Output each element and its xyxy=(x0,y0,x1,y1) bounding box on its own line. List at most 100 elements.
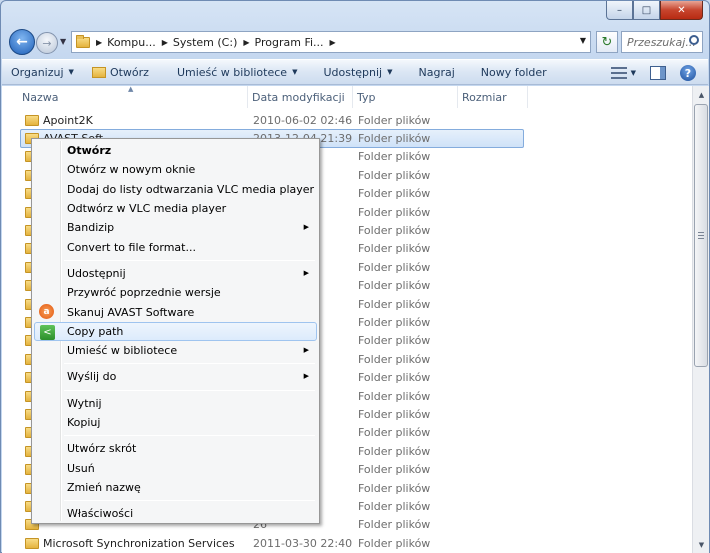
folder-icon xyxy=(76,34,90,48)
include-in-library-button[interactable]: Umieść w bibliotece ▼ xyxy=(168,59,307,85)
file-type: Folder plików xyxy=(358,205,431,219)
breadcrumb-item[interactable]: ▶ Kompu... xyxy=(96,36,156,49)
history-dropdown-icon[interactable]: ▼ xyxy=(60,37,66,46)
submenu-arrow-icon: ▶ xyxy=(303,345,309,354)
submenu-arrow-icon: ▶ xyxy=(303,268,309,277)
menu-item-rename[interactable]: Zmień nazwę xyxy=(34,478,317,497)
view-options-icon[interactable] xyxy=(610,67,627,79)
file-type: Folder plików xyxy=(358,426,431,440)
file-type: Folder plików xyxy=(358,481,431,495)
address-row: ← → ▼ ▶ Kompu... ▶ System (C:) ▶ Program Fi… xyxy=(9,29,703,55)
menu-item-include-library[interactable]: Umieść w bibliotece ▶ xyxy=(34,341,317,360)
grip-icon xyxy=(698,232,704,239)
scroll-up-icon[interactable]: ▲ xyxy=(693,86,710,103)
menu-item-restore-versions[interactable]: Przywróć poprzednie wersje xyxy=(34,283,317,302)
column-header-type[interactable]: Typ xyxy=(353,86,458,108)
new-folder-button[interactable]: Nowy folder xyxy=(472,59,556,85)
file-name: Microsoft Synchronization Services xyxy=(43,536,235,550)
share-icon: < xyxy=(40,324,55,340)
file-type: Folder plików xyxy=(358,242,431,256)
file-type: Folder plików xyxy=(358,168,431,182)
menu-item-vlc-add[interactable]: Dodaj do listy odtwarzania VLC media pla… xyxy=(34,180,317,199)
minimize-button[interactable]: – xyxy=(606,1,633,20)
menu-item-cut[interactable]: Wytnij xyxy=(34,394,317,413)
file-type: Folder plików xyxy=(358,132,431,146)
vertical-scrollbar[interactable]: ▲ ▼ xyxy=(692,86,709,553)
address-bar[interactable]: ▶ Kompu... ▶ System (C:) ▶ Program Fi... ▶ … xyxy=(71,31,591,53)
submenu-arrow-icon: ▶ xyxy=(303,372,309,381)
file-date: 2010-06-02 02:46 xyxy=(253,113,353,127)
help-icon[interactable]: ? xyxy=(680,65,696,81)
menu-item-properties[interactable]: Właściwości xyxy=(34,504,317,523)
file-type: Folder plików xyxy=(358,444,431,458)
search-input[interactable]: Przeszukaj... xyxy=(621,31,703,53)
burn-button[interactable]: Nagraj xyxy=(410,59,464,85)
menu-item-open[interactable]: Otwórz xyxy=(34,141,317,160)
chevron-down-icon: ▼ xyxy=(292,68,298,76)
file-type: Folder plików xyxy=(358,536,431,550)
scroll-down-icon[interactable]: ▼ xyxy=(693,536,710,553)
file-date: 2011-03-30 22:40 xyxy=(253,536,353,550)
menu-item-vlc-play[interactable]: Odtwórz w VLC media player xyxy=(34,199,317,218)
close-button[interactable]: ✕ xyxy=(660,1,703,20)
file-type: Folder plików xyxy=(358,279,431,293)
address-dropdown-icon[interactable]: ▼ xyxy=(580,36,586,45)
menu-item-open-new-window[interactable]: Otwórz w nowym oknie xyxy=(34,160,317,179)
menu-separator xyxy=(64,500,315,502)
column-header-size[interactable]: Rozmiar xyxy=(458,86,528,108)
scrollbar-thumb[interactable] xyxy=(694,104,708,367)
refresh-button[interactable]: ↻ xyxy=(596,31,618,53)
window-controls: – □ ✕ xyxy=(606,1,703,20)
forward-button[interactable]: → xyxy=(36,32,58,54)
menu-item-copy-path[interactable]: < Copy path xyxy=(34,321,317,341)
file-type: Folder plików xyxy=(358,224,431,238)
menu-item-delete[interactable]: Usuń xyxy=(34,458,317,477)
menu-item-copy[interactable]: Kopiuj xyxy=(34,413,317,432)
folder-icon xyxy=(25,537,39,549)
share-button[interactable]: Udostępnij ▼ xyxy=(314,59,401,85)
command-bar: Organizuj ▼ Otwórz Umieść w bibliotece ▼ U… xyxy=(2,59,708,85)
chevron-right-icon: ▶ xyxy=(243,37,250,47)
chevron-right-icon: ▶ xyxy=(161,37,168,47)
file-type: Folder plików xyxy=(358,260,431,274)
breadcrumb-item[interactable]: ▶ xyxy=(330,38,341,47)
open-button[interactable]: Otwórz xyxy=(83,59,158,85)
chevron-down-icon[interactable]: ▼ xyxy=(631,69,636,77)
column-headers: Nazwa ▲ Data modyfikacji Typ Rozmiar xyxy=(2,86,692,108)
file-type: Folder plików xyxy=(358,113,431,127)
avast-icon: a xyxy=(39,304,54,320)
menu-item-share[interactable]: Udostępnij ▶ xyxy=(34,264,317,283)
maximize-button[interactable]: □ xyxy=(633,1,660,20)
arrow-right-icon: → xyxy=(42,36,52,50)
file-type: Folder plików xyxy=(358,315,431,329)
menu-item-convert[interactable]: Convert to file format... xyxy=(34,237,317,256)
menu-item-send-to[interactable]: Wyślij do ▶ xyxy=(34,367,317,386)
file-type: Folder plików xyxy=(358,352,431,366)
menu-item-create-shortcut[interactable]: Utwórz skrót xyxy=(34,439,317,458)
chevron-right-icon: ▶ xyxy=(96,37,103,47)
column-header-name[interactable]: Nazwa ▲ xyxy=(2,86,248,108)
table-row[interactable]: Microsoft Synchronization Services 2011-0… xyxy=(2,534,692,552)
menu-separator xyxy=(64,435,315,437)
submenu-arrow-icon: ▶ xyxy=(303,223,309,232)
breadcrumb-item[interactable]: ▶ Program Fi... xyxy=(243,36,323,49)
chevron-down-icon: ▼ xyxy=(387,68,393,76)
preview-pane-icon[interactable] xyxy=(650,66,666,80)
organize-button[interactable]: Organizuj ▼ xyxy=(2,59,83,85)
breadcrumb-item[interactable]: ▶ System (C:) xyxy=(162,36,238,49)
menu-item-bandizip[interactable]: Bandizip ▶ xyxy=(34,218,317,237)
back-button[interactable]: ← xyxy=(9,29,35,55)
file-type: Folder plików xyxy=(358,150,431,164)
file-type: Folder plików xyxy=(358,371,431,385)
file-type: Folder plików xyxy=(358,334,431,348)
menu-separator xyxy=(64,363,315,365)
sort-ascending-icon: ▲ xyxy=(128,86,134,93)
table-row[interactable]: Apoint2K 2010-06-02 02:46 Folder plików xyxy=(2,111,692,129)
file-type: Folder plików xyxy=(358,407,431,421)
arrow-left-icon: ← xyxy=(16,34,28,50)
toolbar-right: ▼ ? xyxy=(610,60,708,86)
column-header-date[interactable]: Data modyfikacji xyxy=(248,86,353,108)
file-name: Apoint2K xyxy=(43,113,93,127)
menu-item-avast-scan[interactable]: a Skanuj AVAST Software xyxy=(34,302,317,321)
file-type: Folder plików xyxy=(358,187,431,201)
